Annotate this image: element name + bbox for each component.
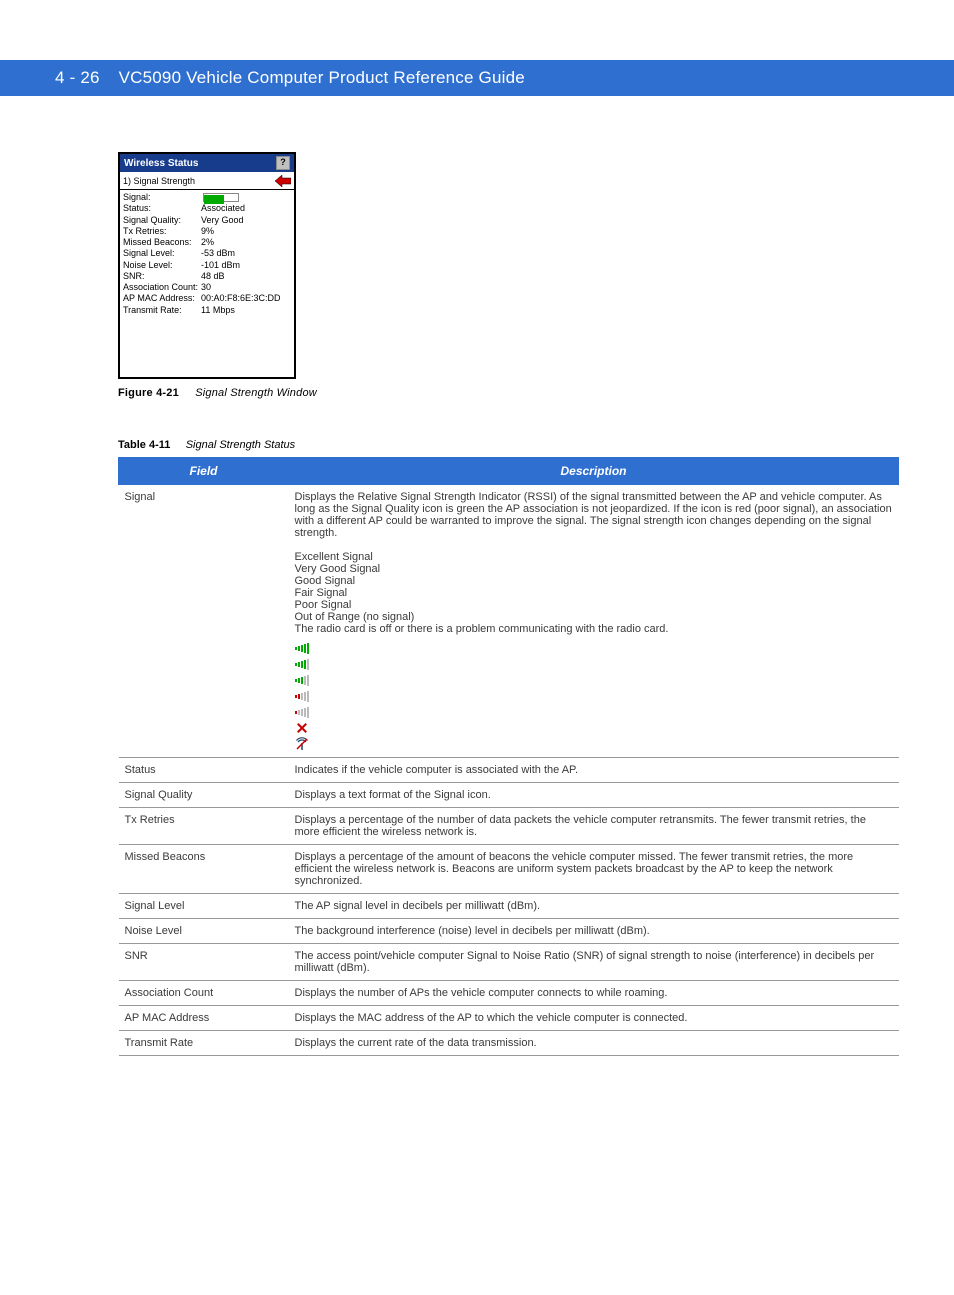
- figure-label: Figure 4-21: [118, 387, 179, 399]
- table-row: Signal LevelThe AP signal level in decib…: [119, 894, 899, 919]
- page: 4 - 26 VC5090 Vehicle Computer Product R…: [0, 60, 954, 1295]
- help-icon[interactable]: ?: [276, 156, 290, 170]
- ws-label: Signal Quality:: [123, 215, 201, 226]
- cell-field: Transmit Rate: [119, 1031, 289, 1056]
- ws-value: Very Good: [201, 215, 244, 226]
- figure-title: Signal Strength Window: [195, 387, 317, 399]
- ws-row: Association Count:30: [123, 282, 291, 293]
- cell-desc: Displays the MAC address of the AP to wh…: [289, 1006, 899, 1031]
- table-row: Missed BeaconsDisplays a percentage of t…: [119, 845, 899, 894]
- cell-desc: Displays a percentage of the number of d…: [289, 808, 899, 845]
- cell-field: SNR: [119, 944, 289, 981]
- table-row: Signal Displays the Relative Signal Stre…: [119, 485, 899, 758]
- table-row: Tx RetriesDisplays a percentage of the n…: [119, 808, 899, 845]
- table-label: Table 4-11: [118, 439, 170, 451]
- cell-field: Signal Quality: [119, 783, 289, 808]
- table-row: StatusIndicates if the vehicle computer …: [119, 758, 899, 783]
- col-description: Description: [289, 458, 899, 485]
- signal-strength-table: Field Description Signal Displays the Re…: [118, 457, 899, 1056]
- ws-label: AP MAC Address:: [123, 293, 201, 304]
- page-header-text: 4 - 26 VC5090 Vehicle Computer Product R…: [0, 68, 525, 88]
- page-content: Wireless Status ? 1) Signal Strength Sig…: [0, 96, 954, 1056]
- ws-value: Associated: [201, 203, 245, 214]
- ws-row: Signal Quality:Very Good: [123, 215, 291, 226]
- cell-desc: Indicates if the vehicle computer is ass…: [289, 758, 899, 783]
- window-subtitle: 1) Signal Strength: [123, 176, 195, 186]
- ws-row: SNR:48 dB: [123, 271, 291, 282]
- ws-value: 30: [201, 282, 211, 293]
- cell-field: Status: [119, 758, 289, 783]
- signal-excellent-icon: [295, 641, 309, 655]
- figure-caption: Figure 4-21 Signal Strength Window: [118, 387, 899, 399]
- cell-desc: Displays the current rate of the data tr…: [289, 1031, 899, 1056]
- table-row: Signal QualityDisplays a text format of …: [119, 783, 899, 808]
- cell-desc: Displays a percentage of the amount of b…: [289, 845, 899, 894]
- table-row: AP MAC AddressDisplays the MAC address o…: [119, 1006, 899, 1031]
- table-row: Transmit RateDisplays the current rate o…: [119, 1031, 899, 1056]
- signal-radio-off-icon: [295, 737, 309, 751]
- ws-label: Missed Beacons:: [123, 237, 201, 248]
- signal-icons: [295, 641, 893, 751]
- table-row: Noise LevelThe background interference (…: [119, 919, 899, 944]
- ws-value: 48 dB: [201, 271, 225, 282]
- ws-value: 9%: [201, 226, 214, 237]
- cell-field: Tx Retries: [119, 808, 289, 845]
- table-header-row: Field Description: [119, 458, 899, 485]
- signal-fair-icon: [295, 689, 309, 703]
- cell-desc: Displays the number of APs the vehicle c…: [289, 981, 899, 1006]
- cell-desc: Displays the Relative Signal Strength In…: [289, 485, 899, 758]
- table-name: Signal Strength Status: [186, 439, 295, 451]
- signal-none-icon: [295, 721, 309, 735]
- signal-poor-icon: [295, 705, 309, 719]
- ws-value: 00:A0:F8:6E:3C:DD: [201, 293, 281, 304]
- ws-label: Signal:: [123, 192, 201, 203]
- page-header-band: 4 - 26 VC5090 Vehicle Computer Product R…: [0, 60, 954, 96]
- cell-field: Missed Beacons: [119, 845, 289, 894]
- screenshot-window: Wireless Status ? 1) Signal Strength Sig…: [118, 152, 296, 379]
- cell-field: Association Count: [119, 981, 289, 1006]
- ws-row: Status:Associated: [123, 203, 291, 214]
- cell-desc: Displays a text format of the Signal ico…: [289, 783, 899, 808]
- window-title-text: Wireless Status: [124, 158, 198, 169]
- ws-row: Missed Beacons:2%: [123, 237, 291, 248]
- page-number: 4 - 26: [55, 68, 100, 87]
- ws-label: Signal Level:: [123, 248, 201, 259]
- ws-label: Tx Retries:: [123, 226, 201, 237]
- ws-row: Transmit Rate:11 Mbps: [123, 305, 291, 316]
- table-row: Association CountDisplays the number of …: [119, 981, 899, 1006]
- cell-desc: The access point/vehicle computer Signal…: [289, 944, 899, 981]
- cell-field: Signal Level: [119, 894, 289, 919]
- signal-verygood-icon: [295, 657, 309, 671]
- ws-label: Status:: [123, 203, 201, 214]
- ws-value: 2%: [201, 237, 214, 248]
- window-titlebar: Wireless Status ?: [120, 154, 294, 172]
- ws-value: -53 dBm: [201, 248, 235, 259]
- cell-field: Noise Level: [119, 919, 289, 944]
- cell-field: AP MAC Address: [119, 1006, 289, 1031]
- ws-value: 11 Mbps: [201, 305, 235, 316]
- window-body: Signal: Status:Associated Signal Quality…: [120, 190, 294, 318]
- ws-label: Association Count:: [123, 282, 201, 293]
- table-title: Table 4-11 Signal Strength Status: [118, 439, 899, 451]
- ws-row: Tx Retries:9%: [123, 226, 291, 237]
- cell-desc: The background interference (noise) leve…: [289, 919, 899, 944]
- ws-row: Signal Level:-53 dBm: [123, 248, 291, 259]
- ws-label: SNR:: [123, 271, 201, 282]
- col-field: Field: [119, 458, 289, 485]
- ws-row: AP MAC Address:00:A0:F8:6E:3C:DD: [123, 293, 291, 304]
- table-row: SNRThe access point/vehicle computer Sig…: [119, 944, 899, 981]
- back-arrow-icon[interactable]: [275, 174, 291, 187]
- ws-row-signal: Signal:: [123, 192, 291, 203]
- page-title: VC5090 Vehicle Computer Product Referenc…: [119, 68, 525, 87]
- ws-value: -101 dBm: [201, 260, 240, 271]
- ws-row: Noise Level:-101 dBm: [123, 260, 291, 271]
- window-subtitle-row: 1) Signal Strength: [120, 172, 294, 190]
- cell-desc: The AP signal level in decibels per mill…: [289, 894, 899, 919]
- ws-label: Transmit Rate:: [123, 305, 201, 316]
- ws-value: [201, 192, 239, 203]
- ws-label: Noise Level:: [123, 260, 201, 271]
- signal-good-icon: [295, 673, 309, 687]
- cell-field: Signal: [119, 485, 289, 758]
